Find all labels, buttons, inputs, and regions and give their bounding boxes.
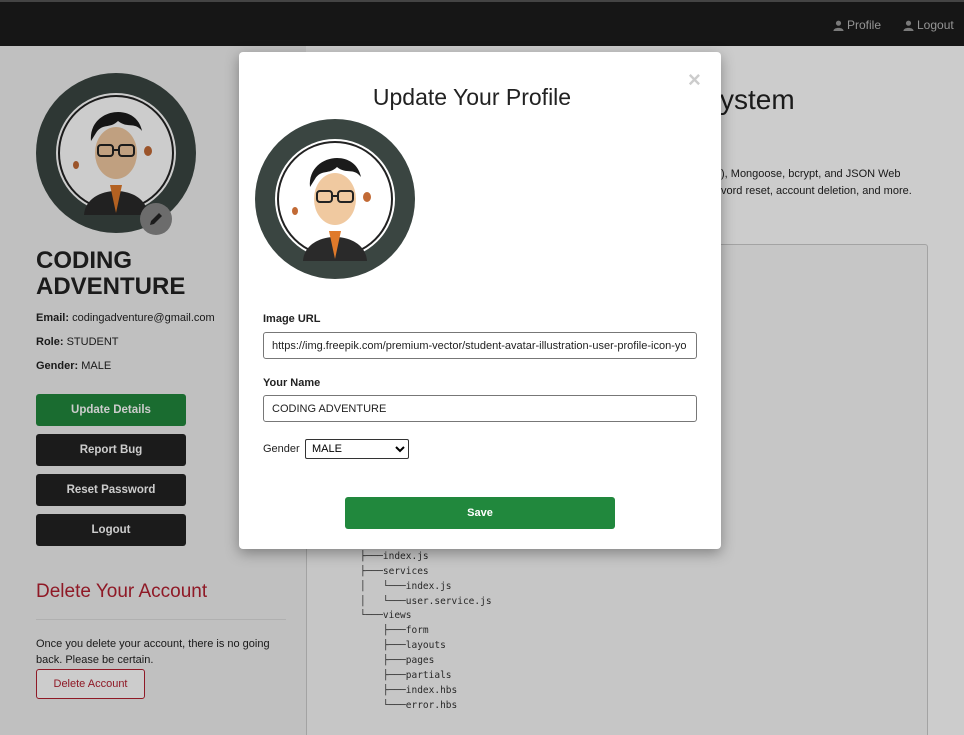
gender-select[interactable]: MALE	[305, 439, 409, 459]
update-profile-modal: × Update Your Profile Image URL Your Nam…	[239, 52, 721, 549]
image-url-input[interactable]	[263, 332, 697, 359]
your-name-label: Your Name	[263, 377, 321, 389]
modal-title: Update Your Profile	[372, 84, 572, 110]
gender-select-label: Gender	[263, 443, 300, 455]
image-url-label: Image URL	[263, 313, 321, 325]
name-input[interactable]	[263, 395, 697, 422]
save-button[interactable]: Save	[345, 497, 615, 529]
modal-avatar-preview	[255, 119, 415, 279]
